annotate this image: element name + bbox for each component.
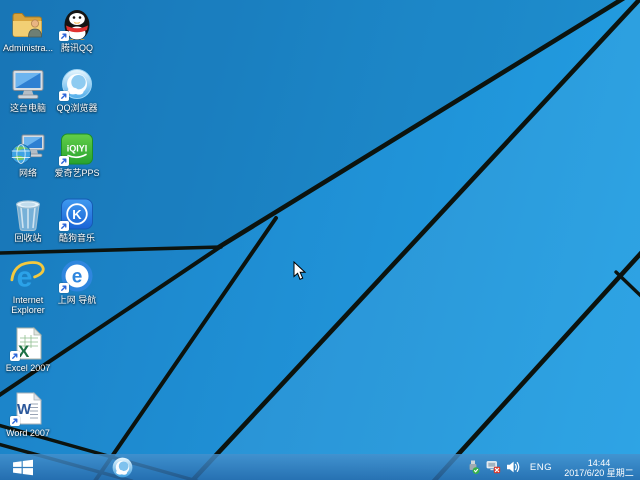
iqiyi-pps-icon: iQIYI xyxy=(59,131,95,167)
excel-2007-icon: X xyxy=(10,326,46,362)
kugou-music-icon: K xyxy=(59,196,95,232)
icon-label: Word 2007 xyxy=(6,428,50,438)
shortcut-arrow-icon xyxy=(59,283,69,293)
desktop-screen: Administra... 这台电脑 xyxy=(0,0,640,480)
shortcut-arrow-icon xyxy=(59,221,69,231)
desktop-icon-excel-2007[interactable]: X Excel 2007 xyxy=(1,326,55,373)
svg-text:e: e xyxy=(72,267,83,288)
taskbar-app-qq-browser[interactable] xyxy=(102,454,142,480)
safely-remove-hardware-icon xyxy=(466,460,480,475)
desktop-icon-administrator[interactable]: Administra... xyxy=(1,6,55,53)
windows-start-icon xyxy=(13,458,34,477)
tencent-qq-icon xyxy=(59,6,95,42)
desktop-icon-network[interactable]: 网络 xyxy=(1,131,55,178)
taskbar-clock[interactable]: 14:44 2017/6/20 星期二 xyxy=(561,457,637,478)
icon-label: 上网 导航 xyxy=(58,295,97,305)
svg-text:iQIYI: iQIYI xyxy=(67,144,88,154)
desktop-icon-word-2007[interactable]: W Word 2007 xyxy=(1,391,55,438)
shortcut-arrow-icon xyxy=(10,351,20,361)
desktop-icon-tencent-qq[interactable]: 腾讯QQ xyxy=(50,6,104,53)
desktop-icon-this-pc[interactable]: 这台电脑 xyxy=(1,66,55,113)
this-pc-icon xyxy=(10,66,46,102)
svg-text:K: K xyxy=(72,207,82,222)
language-indicator[interactable]: ENG xyxy=(526,462,556,473)
internet-explorer-icon: e xyxy=(10,258,46,294)
icon-label: 酷狗音乐 xyxy=(59,233,95,243)
qq-browser-icon xyxy=(59,66,95,102)
shortcut-arrow-icon xyxy=(59,91,69,101)
shortcut-arrow-icon xyxy=(59,156,69,166)
web-navigation-icon: e xyxy=(59,258,95,294)
network-disconnected-icon xyxy=(486,460,501,474)
start-button[interactable] xyxy=(0,454,46,480)
volume-icon xyxy=(506,460,521,474)
network-status-button[interactable] xyxy=(486,460,501,475)
safely-remove-hardware-button[interactable] xyxy=(466,460,481,475)
administrator-folder-icon xyxy=(10,6,46,42)
icon-label: Administra... xyxy=(3,43,53,53)
desktop-icon-qq-browser[interactable]: QQ浏览器 xyxy=(50,66,104,113)
icon-label: Excel 2007 xyxy=(6,363,51,373)
icon-label: 网络 xyxy=(19,168,37,178)
shortcut-arrow-icon xyxy=(59,31,69,41)
icon-label: 这台电脑 xyxy=(10,103,46,113)
shortcut-arrow-icon xyxy=(10,416,20,426)
volume-button[interactable] xyxy=(506,460,521,475)
svg-text:W: W xyxy=(17,401,32,418)
clock-time: 14:44 xyxy=(561,458,637,468)
icon-label: 爱奇艺PPS xyxy=(54,168,99,178)
icon-label: 腾讯QQ xyxy=(61,43,93,53)
icon-label: 回收站 xyxy=(14,233,41,243)
desktop-icon-recycle-bin[interactable]: 回收站 xyxy=(1,196,55,243)
qq-browser-taskbar-icon xyxy=(111,456,134,479)
desktop-icon-kugou-music[interactable]: K 酷狗音乐 xyxy=(50,196,104,243)
taskbar: ENG 14:44 2017/6/20 星期二 xyxy=(0,454,640,480)
desktop-icon-web-navigation[interactable]: e 上网 导航 xyxy=(50,258,104,305)
word-2007-icon: W xyxy=(10,391,46,427)
icon-label: Internet Explorer xyxy=(11,295,45,315)
clock-date: 2017/6/20 星期二 xyxy=(561,468,637,478)
icon-label: QQ浏览器 xyxy=(56,103,97,113)
recycle-bin-icon xyxy=(10,196,46,232)
system-tray: ENG 14:44 2017/6/20 星期二 xyxy=(466,454,637,480)
desktop-icon-internet-explorer[interactable]: e Internet Explorer xyxy=(1,258,55,315)
network-icon xyxy=(10,131,46,167)
desktop-icon-iqiyi-pps[interactable]: iQIYI 爱奇艺PPS xyxy=(50,131,104,178)
